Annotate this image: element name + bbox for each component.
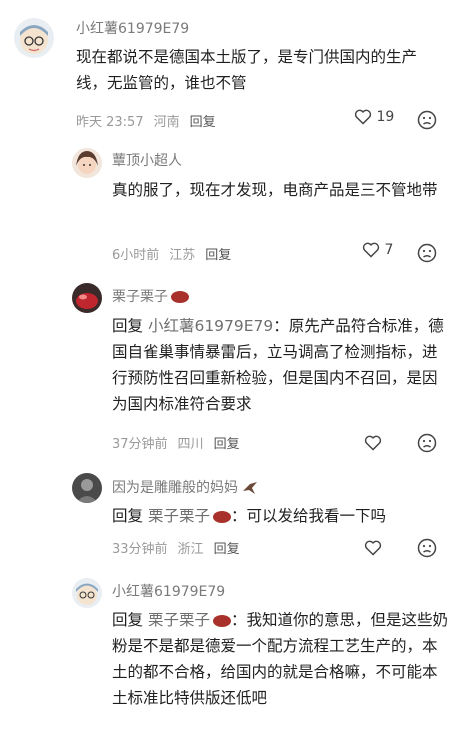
- like-count: 7: [384, 242, 394, 258]
- comment-location: 四川: [177, 437, 204, 452]
- mention-link[interactable]: 小红薯61979E79: [148, 317, 273, 335]
- mention-link[interactable]: 栗子栗子: [148, 507, 231, 525]
- mention-text: 栗子栗子: [147, 611, 210, 629]
- comment-time: 37分钟前: [112, 437, 168, 452]
- like-button[interactable]: 7: [362, 242, 393, 258]
- heart-icon[interactable]: [364, 435, 382, 451]
- reply-prefix: 回复: [112, 317, 144, 335]
- comment-location: 浙江: [177, 542, 204, 557]
- comment-text: 回复 小红薯61979E79：原先产品符合标准，德国自雀巢事情暴雷后，立马调高了…: [112, 313, 452, 417]
- reply-button[interactable]: 回复: [214, 542, 240, 557]
- comment-text: 回复 栗子栗子 ：我知道你的意思，但是这些奶粉是不是都是德爱一个配方流程工艺生产的…: [112, 607, 452, 711]
- mention-link[interactable]: 栗子栗子: [148, 611, 231, 629]
- comment-meta: 昨天 23:57 河南 回复: [76, 111, 226, 130]
- username[interactable]: 小红薯61979E79: [112, 581, 225, 601]
- username[interactable]: 蕈顶小超人: [112, 150, 182, 170]
- avatar[interactable]: [72, 148, 102, 178]
- comment-location: 江苏: [169, 248, 196, 263]
- username-text: 因为是雕雕般的妈妈: [112, 480, 238, 496]
- dislike-icon[interactable]: [417, 538, 437, 558]
- avatar[interactable]: [14, 18, 54, 58]
- comment-location: 河南: [153, 115, 180, 130]
- dislike-icon[interactable]: [417, 243, 437, 263]
- comment-time: 6小时前: [112, 248, 160, 263]
- username-text: 栗子栗子: [112, 289, 168, 305]
- username[interactable]: 因为是雕雕般的妈妈: [112, 477, 258, 497]
- chestnut-icon: [212, 510, 231, 523]
- comment-thread: { "comments": [ { "user": "小红薯61979E79",…: [0, 0, 462, 756]
- reply-button[interactable]: 回复: [205, 248, 231, 263]
- comment-body: ：可以发给我看一下吗: [230, 507, 386, 525]
- avatar[interactable]: [72, 473, 102, 503]
- heart-icon: [362, 242, 380, 258]
- dislike-icon[interactable]: [417, 110, 437, 130]
- avatar[interactable]: [72, 283, 102, 313]
- comment-time: 昨天 23:57: [76, 115, 144, 130]
- avatar[interactable]: [72, 578, 102, 608]
- heart-icon: [354, 109, 372, 125]
- chestnut-icon: [171, 291, 189, 303]
- username[interactable]: 栗子栗子: [112, 286, 189, 306]
- reply-button[interactable]: 回复: [214, 437, 240, 452]
- comment-text: 现在都说不是德国本土版了，是专门供国内的生产线，无监管的，谁也不管: [76, 48, 418, 92]
- comment-text: 回复 栗子栗子 ：可以发给我看一下吗: [112, 503, 452, 529]
- username[interactable]: 小红薯61979E79: [76, 18, 189, 38]
- comment-meta: 33分钟前 浙江 回复: [112, 538, 250, 557]
- comment-time: 33分钟前: [112, 542, 168, 557]
- heart-icon[interactable]: [364, 540, 382, 556]
- comment-meta: 6小时前 江苏 回复: [112, 244, 241, 263]
- like-count: 19: [376, 109, 395, 125]
- bird-icon: [243, 482, 258, 494]
- comment-text: 真的服了，现在才发现，电商产品是三不管地带: [112, 181, 438, 199]
- reply-prefix: 回复: [112, 507, 144, 525]
- chestnut-icon: [212, 614, 231, 627]
- reply-prefix: 回复: [112, 611, 144, 629]
- reply-button[interactable]: 回复: [190, 115, 216, 130]
- comment-meta: 37分钟前 四川 回复: [112, 433, 250, 452]
- dislike-icon[interactable]: [417, 433, 437, 453]
- like-button[interactable]: 19: [354, 109, 394, 125]
- mention-text: 栗子栗子: [147, 507, 210, 525]
